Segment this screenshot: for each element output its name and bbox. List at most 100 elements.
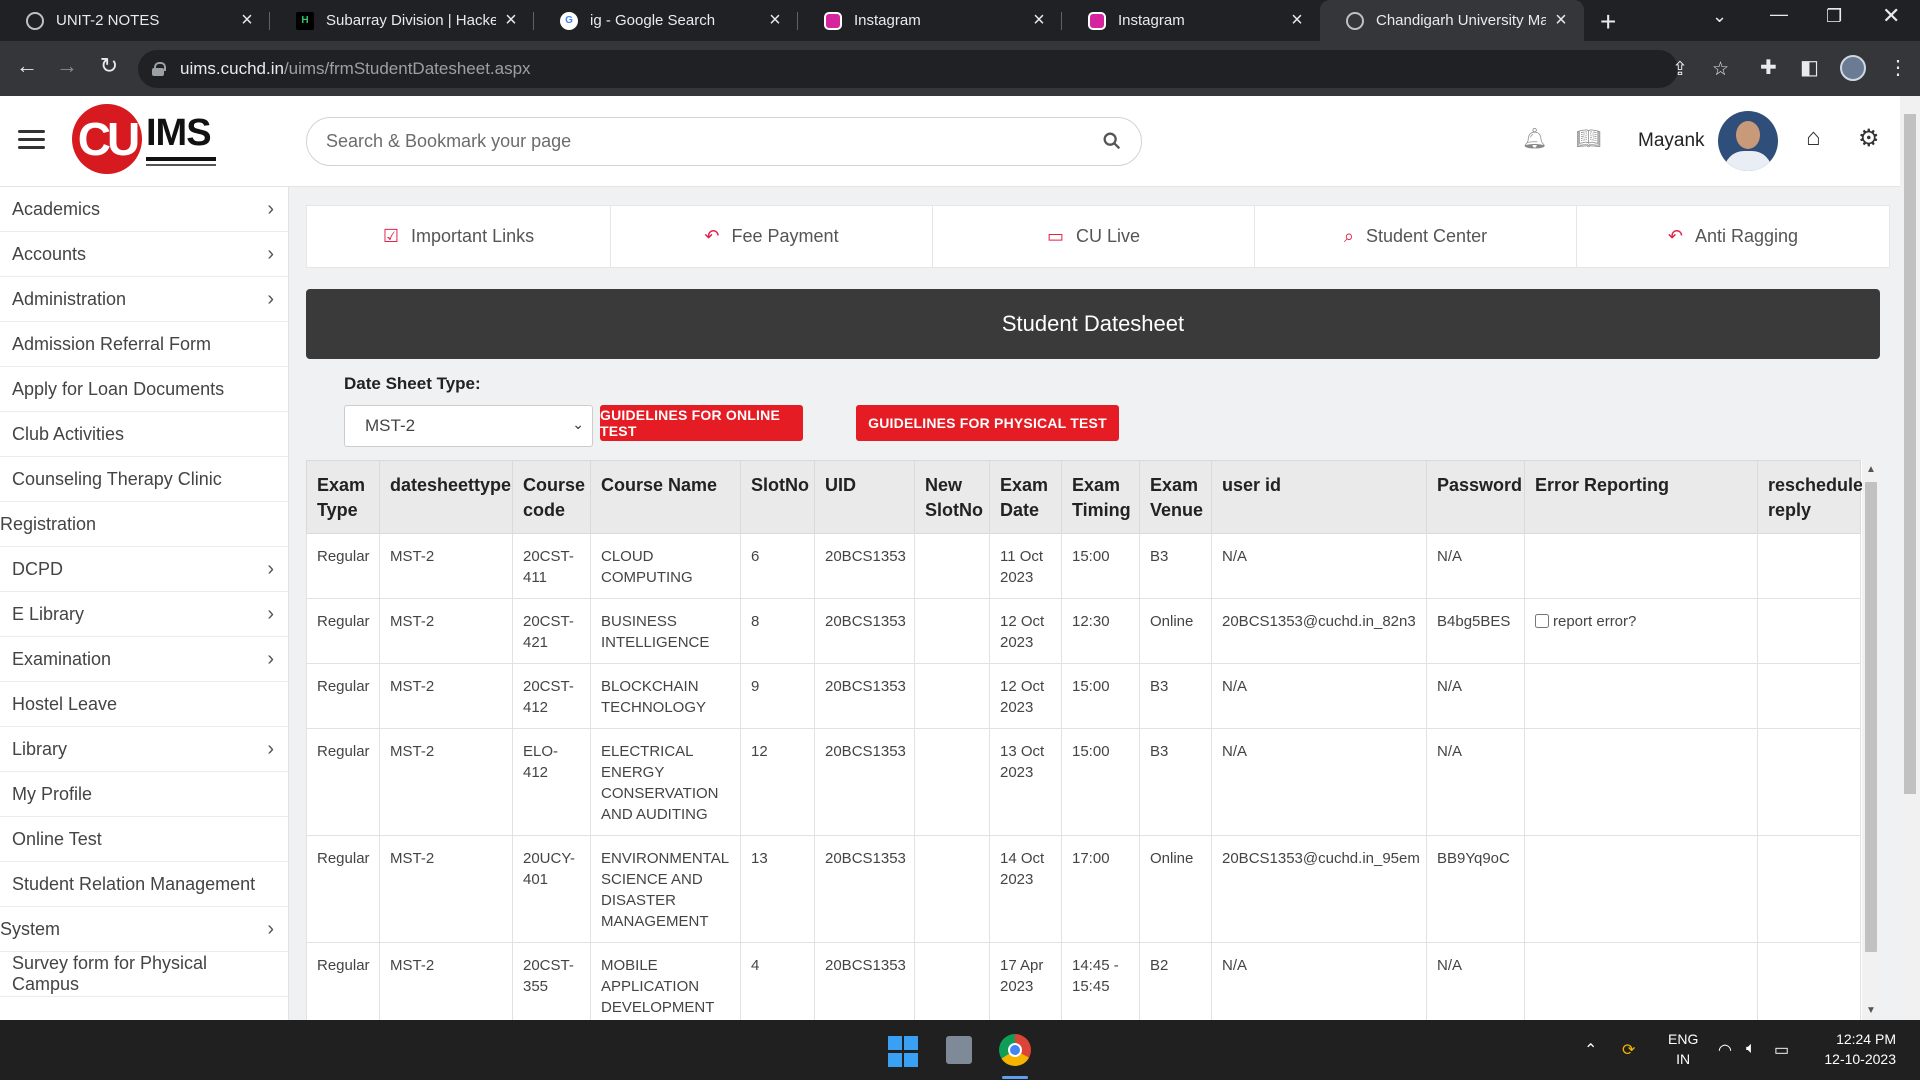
browser-tab-active[interactable]: Chandigarh University Man × bbox=[1320, 0, 1584, 41]
chevron-right-icon: › bbox=[267, 242, 274, 265]
windows-start-icon[interactable] bbox=[888, 1036, 920, 1068]
sync-icon[interactable]: ⟳ bbox=[1622, 1040, 1635, 1060]
language-indicator[interactable]: ENG IN bbox=[1668, 1029, 1698, 1069]
extensions-puzzle-icon[interactable]: ✚ bbox=[1760, 55, 1777, 80]
close-window-button[interactable]: ✕ bbox=[1882, 3, 1900, 29]
back-button[interactable]: ← bbox=[12, 53, 42, 79]
profile-avatar[interactable] bbox=[1840, 55, 1866, 81]
close-icon[interactable]: × bbox=[1288, 9, 1306, 32]
sidebar-item-counseling-therapy-clinic[interactable]: Counseling Therapy Clinic bbox=[0, 457, 288, 502]
taskbar-clock[interactable]: 12:24 PM 12-10-2023 bbox=[1824, 1029, 1896, 1069]
sidebar-item-library[interactable]: Library › bbox=[0, 727, 288, 772]
column-header[interactable]: Error Reporting bbox=[1524, 460, 1758, 534]
datesheet-table-container[interactable]: Exam Type datesheettype Course code Course … bbox=[306, 460, 1880, 1020]
book-icon[interactable]: 📖︎ bbox=[1576, 126, 1601, 151]
column-header[interactable]: Exam Date bbox=[989, 460, 1062, 534]
menu-kebab-icon[interactable]: ⋮ bbox=[1888, 55, 1908, 80]
chrome-taskbar-icon[interactable] bbox=[999, 1034, 1031, 1066]
show-hidden-icons-chevron-icon[interactable]: ⌃ bbox=[1584, 1040, 1597, 1060]
avatar[interactable] bbox=[1718, 111, 1778, 171]
gear-icon[interactable]: ⚙ bbox=[1858, 124, 1880, 153]
browser-tab[interactable]: Instagram × bbox=[798, 0, 1062, 41]
table-cell: Regular bbox=[306, 533, 380, 599]
browser-tab[interactable]: Instagram × bbox=[1062, 0, 1320, 41]
bell-icon[interactable]: 🔔︎ bbox=[1522, 126, 1547, 151]
sidebar-item-apply-for-loan-documents[interactable]: Apply for Loan Documents bbox=[0, 367, 288, 412]
browser-tab[interactable]: UNIT-2 NOTES × bbox=[0, 0, 270, 41]
sidebar-item-e-library[interactable]: E Library › bbox=[0, 592, 288, 637]
minimize-button[interactable]: — bbox=[1770, 4, 1788, 25]
speaker-icon[interactable]: 🔈︎ bbox=[1746, 1040, 1756, 1058]
scroll-down-arrow-icon[interactable]: ▼ bbox=[1866, 1005, 1876, 1016]
hamburger-menu-icon[interactable] bbox=[18, 130, 45, 150]
sidebar-item-dcpd[interactable]: DCPD › bbox=[0, 547, 288, 592]
column-header[interactable]: Exam Type bbox=[306, 460, 380, 534]
sidebar-item-examination[interactable]: Examination › bbox=[0, 637, 288, 682]
column-header[interactable]: datesheettype bbox=[379, 460, 513, 534]
datesheet-type-select[interactable]: MST-2 ⌄ bbox=[344, 405, 593, 447]
quick-link-student-center[interactable]: ⌕ Student Center bbox=[1255, 206, 1577, 267]
sidebar-item-student-relation-management[interactable]: Student Relation Management bbox=[0, 862, 288, 907]
cuims-logo[interactable]: CU IMS bbox=[70, 102, 220, 180]
column-header[interactable]: user id bbox=[1211, 460, 1427, 534]
home-icon[interactable]: ⌂ bbox=[1806, 124, 1821, 152]
username[interactable]: Mayank bbox=[1638, 130, 1705, 152]
sidebar-item-survey-form-for-physical-campus[interactable]: Survey form for Physical Campus bbox=[0, 952, 288, 997]
sidebar-item-admission-referral-form[interactable]: Admission Referral Form bbox=[0, 322, 288, 367]
column-header[interactable]: Password bbox=[1426, 460, 1525, 534]
column-header[interactable]: SlotNo bbox=[740, 460, 815, 534]
side-panel-icon[interactable]: ◧ bbox=[1800, 55, 1819, 80]
table-cell[interactable]: report error? bbox=[1524, 598, 1758, 664]
new-tab-button[interactable]: + bbox=[1600, 6, 1616, 38]
battery-icon[interactable]: ▭ bbox=[1774, 1040, 1789, 1060]
sidebar-item-club-activities[interactable]: Club Activities bbox=[0, 412, 288, 457]
wifi-icon[interactable]: ◠ bbox=[1718, 1040, 1732, 1060]
column-header[interactable]: Course Name bbox=[590, 460, 741, 534]
scrollbar-thumb[interactable] bbox=[1865, 482, 1877, 952]
share-icon[interactable]: ⇪ bbox=[1672, 58, 1688, 81]
tab-search-chevron-icon[interactable]: ⌄ bbox=[1712, 6, 1727, 27]
sidebar-item-administration[interactable]: Administration › bbox=[0, 277, 288, 322]
sidebar-item-registration[interactable]: Registration bbox=[0, 502, 288, 547]
quick-link-cu-live[interactable]: ▭ CU Live bbox=[933, 206, 1255, 267]
close-icon[interactable]: × bbox=[1552, 9, 1570, 32]
table-cell: 15:00 bbox=[1061, 663, 1140, 729]
browser-tab[interactable]: G ig - Google Search × bbox=[534, 0, 798, 41]
browser-tab[interactable]: H Subarray Division | HackerR × bbox=[270, 0, 534, 41]
table-scrollbar[interactable]: ▲ ▼ bbox=[1862, 460, 1880, 1020]
column-header[interactable]: UID bbox=[814, 460, 915, 534]
close-icon[interactable]: × bbox=[1030, 9, 1048, 32]
page-scrollbar[interactable] bbox=[1900, 96, 1920, 1020]
sidebar-item-academics[interactable]: Academics › bbox=[0, 187, 288, 232]
close-icon[interactable]: × bbox=[238, 9, 256, 32]
column-header[interactable]: Exam Venue bbox=[1139, 460, 1212, 534]
sidebar-item-system[interactable]: System › bbox=[0, 907, 288, 952]
sidebar-item-online-test[interactable]: Online Test bbox=[0, 817, 288, 862]
address-bar[interactable]: uims.cuchd.in/uims/frmStudentDatesheet.a… bbox=[138, 50, 1729, 88]
column-header[interactable]: New SlotNo bbox=[914, 460, 990, 534]
forward-button[interactable]: → bbox=[52, 53, 82, 79]
quick-link-important-links[interactable]: ☑ Important Links bbox=[307, 206, 611, 267]
sidebar-item-accounts[interactable]: Accounts › bbox=[0, 232, 288, 277]
search-input[interactable] bbox=[326, 131, 1086, 152]
recycle-bin-icon[interactable] bbox=[946, 1036, 972, 1064]
quick-link-fee-payment[interactable]: ↶ Fee Payment bbox=[611, 206, 933, 267]
column-header[interactable]: Course code bbox=[512, 460, 591, 534]
close-icon[interactable]: × bbox=[502, 9, 520, 32]
scroll-up-arrow-icon[interactable]: ▲ bbox=[1866, 464, 1876, 475]
bookmark-star-icon[interactable]: ☆ bbox=[1712, 58, 1729, 81]
report-error-checkbox[interactable] bbox=[1535, 614, 1549, 628]
restore-button[interactable]: ❐ bbox=[1826, 6, 1842, 27]
sidebar-item-label: Counseling Therapy Clinic bbox=[12, 468, 222, 489]
column-header[interactable]: Exam Timing bbox=[1061, 460, 1140, 534]
search-icon[interactable] bbox=[1101, 130, 1123, 152]
page-scrollbar-thumb[interactable] bbox=[1904, 114, 1916, 794]
close-icon[interactable]: × bbox=[766, 9, 784, 32]
column-header[interactable]: reschedule reply bbox=[1757, 460, 1863, 534]
sidebar-item-hostel-leave[interactable]: Hostel Leave bbox=[0, 682, 288, 727]
reload-button[interactable]: ↻ bbox=[94, 53, 124, 79]
quick-link-anti-ragging[interactable]: ↶ Anti Ragging bbox=[1577, 206, 1889, 267]
guidelines-online-test-button[interactable]: GUIDELINES FOR ONLINE TEST bbox=[600, 405, 803, 441]
guidelines-physical-test-button[interactable]: GUIDELINES FOR PHYSICAL TEST bbox=[856, 405, 1119, 441]
sidebar-item-my-profile[interactable]: My Profile bbox=[0, 772, 288, 817]
